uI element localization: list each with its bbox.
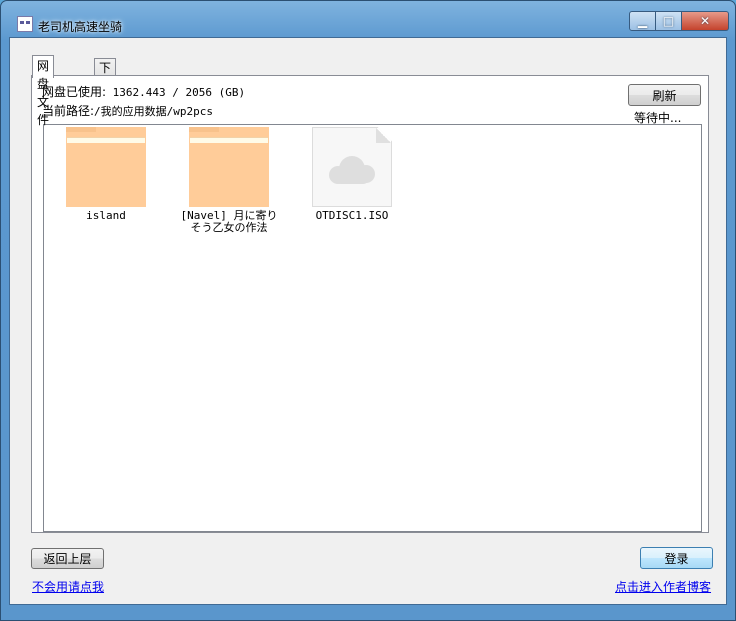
caption-buttons: ▁ □ ✕ [629, 11, 729, 31]
folder-icon [66, 127, 146, 207]
file-item-navel[interactable]: [Navel] 月に寄りそう乙女の作法 [174, 127, 284, 234]
close-button[interactable]: ✕ [682, 11, 729, 31]
login-button[interactable]: 登录 [640, 547, 713, 569]
tab-panel-cloud-files: 网盘已使用: 1362.443 / 2056 (GB) 当前路径:/我的应用数据… [31, 75, 709, 533]
refresh-button[interactable]: 刷新 [628, 84, 701, 106]
app-icon [17, 16, 33, 32]
disk-usage-value: 1362.443 / 2056 (GB) [112, 86, 246, 99]
file-name: OTDISC1.ISO [315, 209, 389, 222]
folder-icon [189, 127, 269, 207]
file-item-otdisc1-iso[interactable]: OTDISC1.ISO [297, 127, 407, 222]
current-path: 当前路径:/我的应用数据/wp2pcs [42, 102, 213, 119]
maximize-button[interactable]: □ [656, 11, 682, 31]
file-name: island [86, 209, 126, 222]
current-path-label: 当前路径: [42, 104, 95, 118]
disk-usage: 网盘已使用: 1362.443 / 2056 (GB) [42, 83, 245, 100]
client-area: 网盘文件 下载管理 网盘已使用: 1362.443 / 2056 (GB) 当前… [9, 37, 727, 605]
file-item-island[interactable]: island [51, 127, 161, 222]
help-link[interactable]: 不会用请点我 [32, 578, 104, 595]
go-up-button[interactable]: 返回上层 [31, 548, 104, 569]
file-list[interactable]: island [Navel] 月に寄りそう乙女の作法 OTDISC1.ISO [43, 124, 702, 532]
author-blog-link[interactable]: 点击进入作者博客 [615, 578, 711, 595]
cloud-file-icon [312, 127, 392, 207]
title-bar[interactable]: 老司机高速坐骑 ▁ □ ✕ [1, 1, 735, 37]
tab-cloud-files[interactable]: 网盘文件 [32, 55, 55, 127]
current-path-value: /我的应用数据/wp2pcs [94, 105, 214, 118]
minimize-button[interactable]: ▁ [629, 11, 656, 31]
disk-usage-label: 网盘已使用: [42, 85, 107, 99]
file-name: [Navel] 月に寄りそう乙女の作法 [180, 209, 278, 234]
app-window: 老司机高速坐骑 ▁ □ ✕ 网盘文件 下载管理 网盘已使用: 1362.443 … [0, 0, 736, 621]
window-title: 老司机高速坐骑 [38, 20, 123, 34]
